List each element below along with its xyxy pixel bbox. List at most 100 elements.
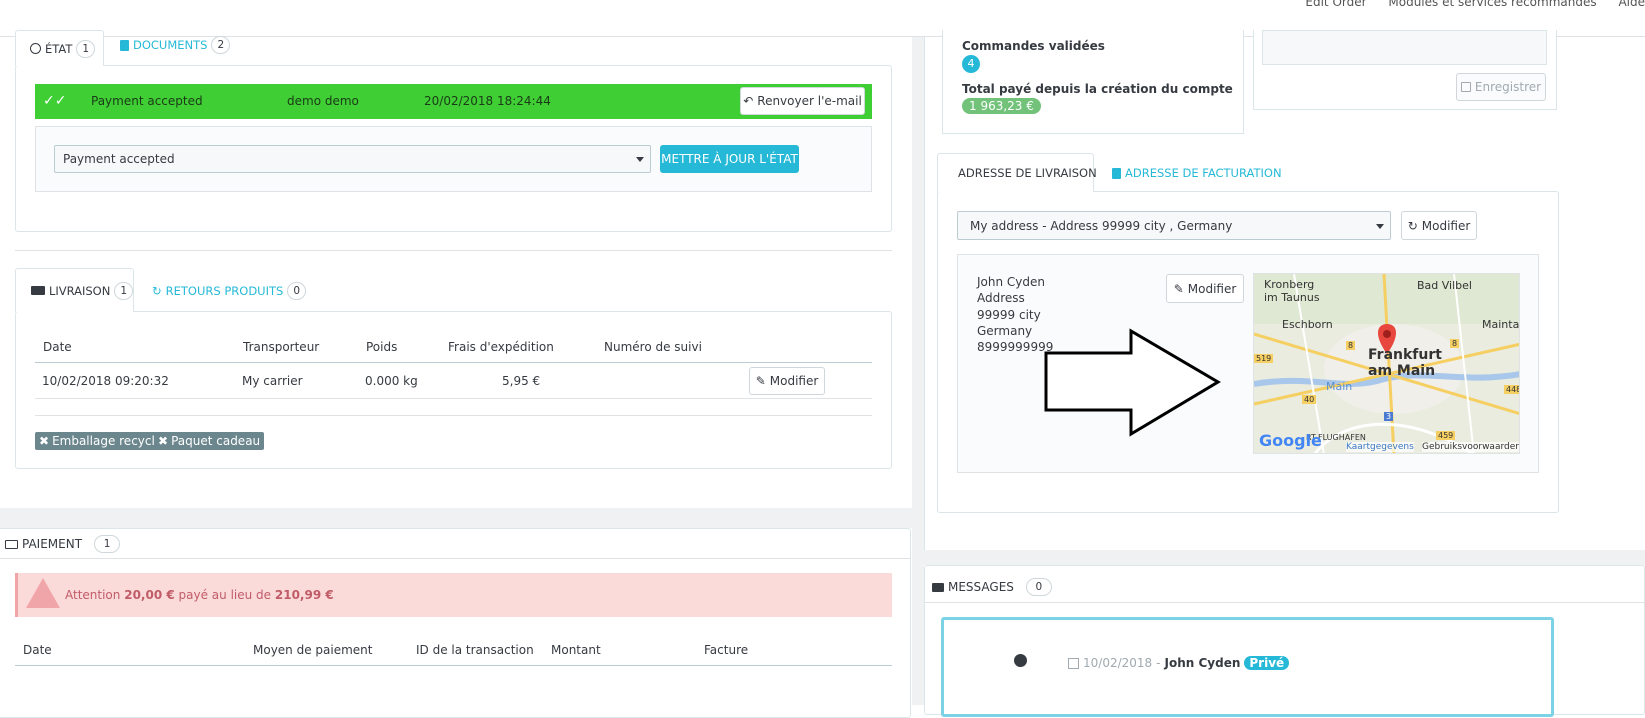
tab-shipping-label: LIVRAISON — [48, 283, 111, 298]
cross-icon: ✖ — [39, 434, 50, 448]
edit-order-link[interactable]: Edit Order — [1305, 0, 1366, 9]
money-icon — [5, 539, 18, 549]
tab-product-returns-count: 0 — [287, 282, 306, 300]
double-check-icon: ✓✓ — [43, 93, 67, 109]
recommended-modules-link[interactable]: Modules et services recommandés — [1388, 0, 1596, 9]
total-paid-wrap: 1 963,23 € — [962, 98, 1041, 114]
edit-address-label: Modifier — [1187, 281, 1237, 296]
tab-status-label: ÉTAT — [45, 41, 73, 56]
tab-status-count: 1 — [76, 39, 96, 58]
col-tracking: Numéro de suivi — [604, 340, 702, 354]
map-place-maintal: Maintal — [1482, 318, 1520, 331]
history-status: Payment accepted — [91, 94, 203, 108]
map-data-link[interactable]: Kaartgegevens — [1346, 442, 1414, 452]
column-gutter — [912, 37, 924, 705]
address-name: John Cyden — [977, 275, 1045, 289]
avatar — [1014, 654, 1027, 667]
reply-icon: ↶ — [743, 94, 754, 108]
row-gutter-right — [924, 550, 1645, 565]
tab-shipping[interactable]: LIVRAISON 1 — [15, 268, 134, 312]
alert-paid-amount: 20,00 € — [124, 588, 175, 602]
edit-address-button[interactable]: ✎ Modifier — [1166, 274, 1244, 303]
address-city: 99999 city — [977, 307, 1041, 322]
tab-documents-label: DOCUMENTS — [133, 38, 208, 52]
chevron-down-icon — [636, 157, 644, 162]
alert-prefix: Attention — [65, 588, 121, 602]
messages-count: 0 — [1025, 578, 1052, 596]
payment-heading: PAIEMENT 1 — [5, 535, 121, 553]
alert-middle: payé au lieu de — [178, 588, 272, 602]
tab-documents[interactable]: DOCUMENTS 2 — [120, 35, 231, 55]
history-date: 20/02/2018 18:24:44 — [424, 94, 551, 108]
change-address-label: Modifier — [1421, 218, 1471, 233]
address-select[interactable]: My address - Address 99999 city , German… — [957, 211, 1391, 240]
address-country: Germany — [977, 323, 1033, 338]
col-carrier: Transporteur — [243, 340, 320, 354]
map-terms-link[interactable]: Gebruiksvoorwaarden — [1422, 442, 1519, 452]
status-select-value: Payment accepted — [63, 152, 175, 166]
shipping-date: 10/02/2018 09:20:32 — [42, 374, 169, 388]
map-city-line1: Frankfurt — [1368, 347, 1442, 363]
message-card: 10/02/2018 - John Cyden Privé — [941, 617, 1554, 717]
save-note-button[interactable]: Enregistrer — [1456, 73, 1546, 101]
tab-product-returns-label: RETOURS PRODUITS — [165, 284, 284, 298]
total-paid-value: 1 963,23 € — [962, 98, 1041, 114]
map-place-kronberg: Kronberg — [1264, 278, 1315, 291]
help-link[interactable]: Aide — [1618, 0, 1645, 9]
envelope-icon — [932, 582, 944, 592]
message-author: John Cyden — [1164, 656, 1241, 670]
file-icon — [1112, 167, 1121, 179]
message-date: 10/02/2018 — [1083, 656, 1153, 670]
col-payment-method: Moyen de paiement — [253, 643, 373, 657]
address-street: Address — [977, 291, 1025, 306]
map-city-line2: am Main — [1368, 363, 1436, 379]
message-meta: 10/02/2018 - John Cyden Privé — [1068, 656, 1290, 670]
validated-orders-count-wrap: 4 — [962, 55, 980, 73]
map-road-8a: 8 — [1346, 341, 1356, 350]
payment-warning-alert: Attention 20,00 € payé au lieu de 210,99… — [15, 573, 892, 617]
total-paid-label: Total payé depuis la création du compte — [962, 82, 1233, 96]
refresh-icon: ↻ — [1407, 218, 1418, 233]
validated-orders-label: Commandes validées — [962, 39, 1105, 53]
gift-wrap-label: Paquet cadeau — [171, 434, 261, 448]
messages-title: MESSAGES — [948, 580, 1014, 594]
messages-heading: MESSAGES 0 — [932, 578, 1052, 596]
change-address-button[interactable]: ↻ Modifier — [1401, 211, 1477, 240]
calendar-icon — [1068, 657, 1079, 669]
map-place-taunus: im Taunus — [1264, 291, 1320, 304]
map-river-main: Main — [1326, 380, 1353, 393]
tab-status[interactable]: ÉTAT 1 — [15, 30, 104, 66]
payment-title: PAIEMENT — [22, 537, 83, 551]
map-road-459: 459 — [1436, 431, 1456, 440]
pencil-icon: ✎ — [1173, 281, 1184, 296]
tab-invoice-address[interactable]: ADRESSE DE FACTURATION — [1112, 163, 1282, 183]
address-map[interactable]: Kronberg im Taunus Bad Vilbel Eschborn M… — [1253, 273, 1520, 454]
payment-panel — [0, 528, 911, 718]
map-place-bad-vilbel: Bad Vilbel — [1417, 279, 1472, 292]
tab-shipping-address[interactable]: ADRESSE DE LIVRAISON — [937, 153, 1097, 192]
floppy-icon — [1460, 82, 1471, 92]
col-shipping-cost: Frais d'expédition — [448, 340, 554, 354]
clock-icon — [30, 43, 41, 54]
map-place-eschborn: Eschborn — [1282, 318, 1333, 331]
col-transaction-id: ID de la transaction — [416, 643, 534, 657]
refresh-icon: ↻ — [152, 284, 162, 298]
shipping-cost: 5,95 € — [502, 374, 541, 388]
update-status-button[interactable]: METTRE À JOUR L'ÉTAT — [660, 145, 799, 173]
col-invoice: Facture — [704, 643, 749, 657]
col-payment-date: Date — [23, 643, 52, 657]
status-select[interactable]: Payment accepted — [54, 145, 651, 173]
map-road-448: 448 — [1504, 385, 1519, 394]
divider — [0, 558, 911, 559]
gift-wrap-tag: ✖ Paquet cadeau — [154, 432, 265, 450]
resend-email-label: Renvoyer l'e-mail — [757, 94, 862, 108]
row-gutter-left — [0, 508, 912, 528]
tab-product-returns[interactable]: ↻ RETOURS PRODUITS 0 — [152, 281, 306, 301]
annotation-arrow-icon — [1044, 328, 1221, 437]
tab-shipping-count: 1 — [114, 281, 133, 300]
resend-email-button[interactable]: ↶ Renvoyer l'e-mail — [740, 87, 865, 115]
edit-shipping-label: Modifier — [769, 374, 819, 388]
map-road-8b: 8 — [1450, 339, 1460, 348]
edit-shipping-button[interactable]: ✎ Modifier — [749, 367, 825, 395]
private-note-textarea[interactable] — [1262, 30, 1547, 65]
